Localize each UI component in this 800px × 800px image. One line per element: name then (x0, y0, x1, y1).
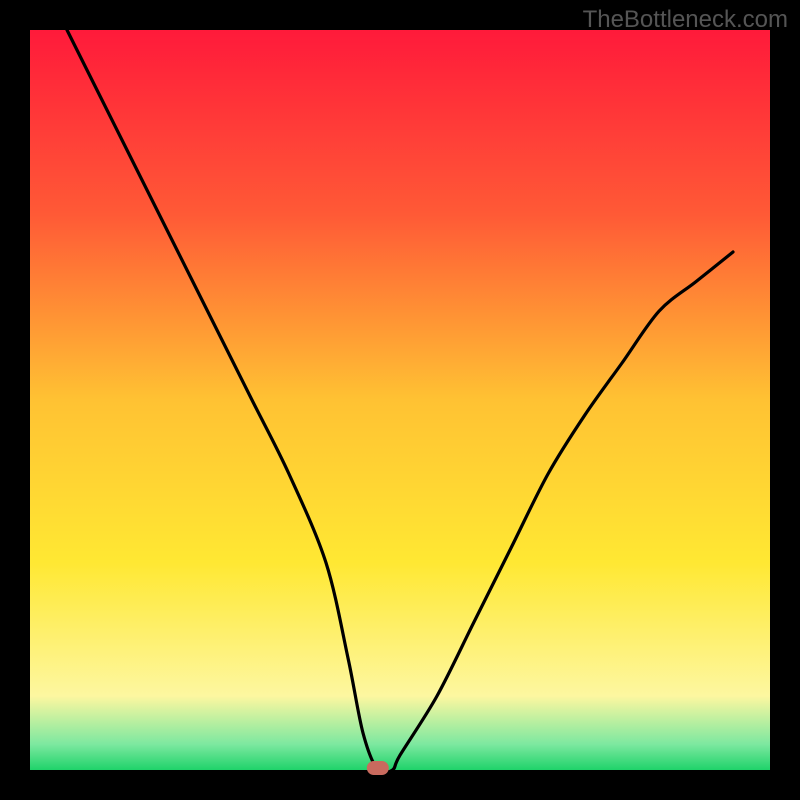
bottleneck-chart (0, 0, 800, 800)
chart-frame (0, 0, 800, 800)
watermark-text: TheBottleneck.com (583, 6, 788, 34)
